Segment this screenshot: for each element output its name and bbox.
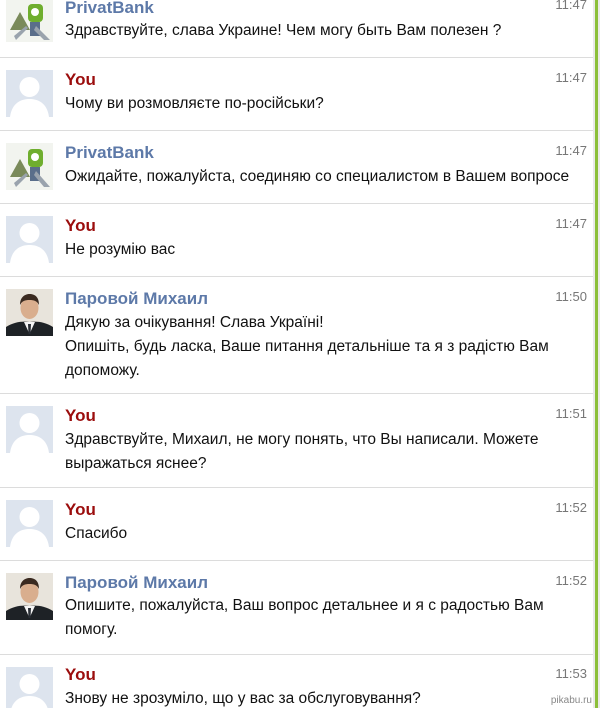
message-line: выражаться яснее? (65, 455, 207, 472)
message-line: Спасибо (65, 525, 128, 542)
chat-message: Паровой Михаил 11:52 Опишите, пожалуйста… (0, 561, 593, 655)
bank-logo-icon (6, 143, 53, 190)
operator-photo (6, 289, 53, 336)
bank-logo-icon (6, 0, 53, 42)
message-text: Знову не зрозуміло, що у вас за обслугов… (65, 687, 585, 708)
message-line: Опишіть, будь ласка, Ваше питання деталь… (65, 338, 549, 355)
sender-name: PrivatBank (65, 143, 154, 162)
sender-name: You (65, 406, 96, 425)
sender-name: You (65, 216, 96, 235)
message-line: Здравствуйте, слава Украине! Чем могу бы… (65, 22, 502, 39)
message-line: Чому ви розмовляєте по-російськи? (65, 95, 324, 112)
sender-name: Паровой Михаил (65, 289, 208, 308)
operator-photo (6, 573, 53, 620)
message-time: 11:50 (555, 289, 587, 304)
message-line: Здравствуйте, Михаил, не могу понять, чт… (65, 431, 539, 448)
message-line: Дякую за очікування! Слава Україні! (65, 314, 324, 331)
user-silhouette-icon (6, 70, 53, 117)
message-line: Ожидайте, пожалуйста, соединяю со специа… (65, 168, 570, 185)
message-line: допоможу. (65, 362, 140, 379)
chat-message: PrivatBank 11:47 Ожидайте, пожалуйста, с… (0, 131, 593, 204)
message-time: 11:51 (555, 406, 587, 421)
scrollbar-accent (595, 0, 598, 708)
message-text: Здравствуйте, Михаил, не могу понять, чт… (65, 428, 585, 476)
chat-log: PrivatBank 11:47 Здравствуйте, слава Укр… (0, 0, 593, 708)
message-time: 11:52 (555, 573, 587, 588)
message-time: 11:53 (555, 666, 587, 681)
message-time: 11:47 (555, 70, 587, 85)
message-line: Знову не зрозуміло, що у вас за обслугов… (65, 690, 421, 707)
message-time: 11:52 (555, 500, 587, 515)
message-line: помогу. (65, 621, 118, 638)
message-line: Опишите, пожалуйста, Ваш вопрос детальне… (65, 597, 544, 614)
sender-name: PrivatBank (65, 0, 154, 17)
chat-message: Паровой Михаил 11:50 Дякую за очікування… (0, 277, 593, 394)
message-time: 11:47 (555, 143, 587, 158)
chat-message: You 11:52 Спасибо (0, 488, 593, 561)
message-text: Ожидайте, пожалуйста, соединяю со специа… (65, 165, 585, 189)
chat-message: You 11:53 Знову не зрозуміло, що у вас з… (0, 655, 593, 708)
chat-message: PrivatBank 11:47 Здравствуйте, слава Укр… (0, 0, 593, 58)
message-time: 11:47 (555, 216, 587, 231)
chat-message: You 11:47 Не розумію вас (0, 204, 593, 277)
message-text: Опишите, пожалуйста, Ваш вопрос детальне… (65, 594, 585, 642)
chat-message: You 11:47 Чому ви розмовляєте по-російсь… (0, 58, 593, 131)
message-text: Здравствуйте, слава Украине! Чем могу бы… (65, 19, 585, 43)
message-line: Не розумію вас (65, 241, 176, 258)
sender-name: Паровой Михаил (65, 573, 208, 592)
message-text: Не розумію вас (65, 238, 585, 262)
user-silhouette-icon (6, 500, 53, 547)
sender-name: You (65, 665, 96, 684)
user-silhouette-icon (6, 406, 53, 453)
message-text: Дякую за очікування! Слава Україні! Опиш… (65, 311, 585, 383)
user-silhouette-icon (6, 216, 53, 263)
message-time: 11:47 (555, 0, 587, 12)
user-silhouette-icon (6, 667, 53, 708)
message-text: Спасибо (65, 522, 585, 546)
message-text: Чому ви розмовляєте по-російськи? (65, 92, 585, 116)
watermark: pikabu.ru (550, 695, 592, 706)
chat-message: You 11:51 Здравствуйте, Михаил, не могу … (0, 394, 593, 488)
sender-name: You (65, 500, 96, 519)
sender-name: You (65, 70, 96, 89)
